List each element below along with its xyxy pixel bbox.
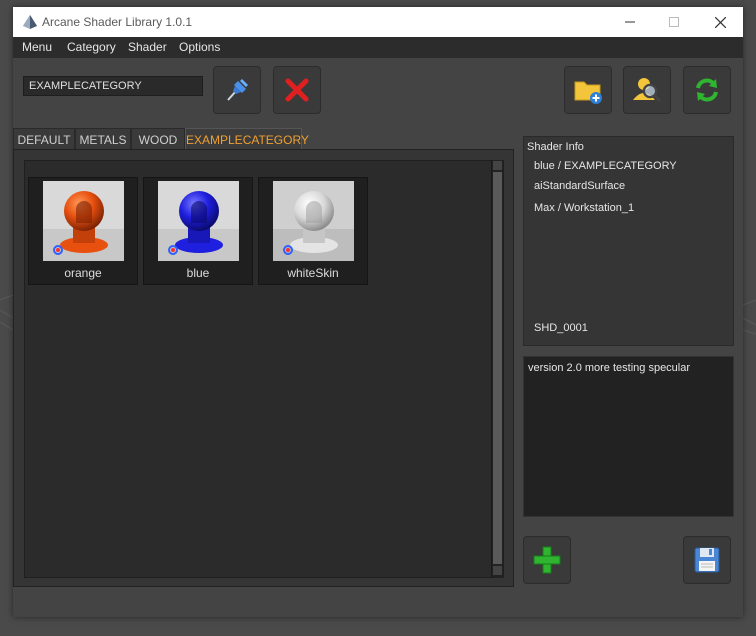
shader-grid: orange blue whiteSkin xyxy=(24,160,504,578)
shader-library-panel: orange blue whiteSkin xyxy=(13,149,514,587)
shader-path: blue / EXAMPLECATEGORY xyxy=(534,160,677,172)
menu-item-category[interactable]: Category xyxy=(67,40,116,54)
shader-name-label: whiteSkin xyxy=(287,266,339,280)
delete-button[interactable] xyxy=(273,66,321,114)
shader-name-label: orange xyxy=(64,266,102,280)
pin-button[interactable] xyxy=(213,66,261,114)
maximize-icon xyxy=(669,17,679,27)
status-bar xyxy=(13,593,743,617)
shader-id: SHD_0001 xyxy=(534,322,588,334)
add-shader-button[interactable] xyxy=(523,536,571,584)
close-button[interactable] xyxy=(697,7,743,37)
refresh-button[interactable] xyxy=(683,66,731,114)
add-folder-button[interactable] xyxy=(564,66,612,114)
menu-bar: Menu Category Shader Options xyxy=(13,37,743,58)
tab-examplecategory[interactable]: EXAMPLECATEGORY xyxy=(185,128,309,149)
scroll-up-arrow[interactable] xyxy=(493,161,502,170)
shader-info-heading: Shader Info xyxy=(527,141,584,153)
shader-name-label: blue xyxy=(186,266,210,280)
shader-tile-orange[interactable]: orange xyxy=(28,177,138,285)
category-name-field[interactable]: EXAMPLECATEGORY xyxy=(23,76,203,96)
save-icon xyxy=(694,547,720,573)
refresh-icon xyxy=(696,78,718,102)
window-title: Arcane Shader Library 1.0.1 xyxy=(42,15,193,29)
menu-item-shader[interactable]: Shader xyxy=(128,40,167,54)
maximize-button[interactable] xyxy=(651,7,697,37)
scroll-down-arrow[interactable] xyxy=(493,566,502,575)
add-folder-icon xyxy=(574,81,602,104)
blue-shader-thumbnail xyxy=(158,181,239,261)
app-logo-icon xyxy=(23,15,37,29)
save-shader-button[interactable] xyxy=(683,536,731,584)
whiteskin-shader-thumbnail xyxy=(273,181,354,261)
tab-default[interactable]: DEFAULT xyxy=(13,128,75,149)
plus-icon xyxy=(533,546,561,574)
close-icon xyxy=(714,16,726,28)
shader-notes-field[interactable]: version 2.0 more testing specular xyxy=(523,356,734,517)
shader-tile-blue[interactable]: blue xyxy=(143,177,253,285)
minimize-button[interactable] xyxy=(607,7,653,37)
scrollbar-thumb[interactable] xyxy=(493,172,502,564)
delete-icon xyxy=(285,78,309,102)
pin-icon xyxy=(227,79,248,101)
title-bar: Arcane Shader Library 1.0.1 xyxy=(13,7,743,37)
shader-tile-whiteskin[interactable]: whiteSkin xyxy=(258,177,368,285)
search-user-button[interactable] xyxy=(623,66,671,114)
tab-metals[interactable]: METALS xyxy=(75,128,131,149)
vertical-scrollbar[interactable] xyxy=(491,160,503,578)
minimize-icon xyxy=(625,21,635,23)
menu-item-menu[interactable]: Menu xyxy=(22,40,52,54)
shader-material-type: aiStandardSurface xyxy=(534,180,626,192)
search-user-icon xyxy=(633,78,662,103)
tab-wood[interactable]: WOOD xyxy=(131,128,185,149)
shader-notes-text: version 2.0 more testing specular xyxy=(528,362,691,374)
shader-info-panel: Shader Info blue / EXAMPLECATEGORY aiSta… xyxy=(523,136,734,346)
shader-host: Max / Workstation_1 xyxy=(534,202,635,214)
app-window: Arcane Shader Library 1.0.1 Menu Categor… xyxy=(13,7,743,617)
menu-item-options[interactable]: Options xyxy=(179,40,220,54)
orange-shader-thumbnail xyxy=(43,181,124,261)
